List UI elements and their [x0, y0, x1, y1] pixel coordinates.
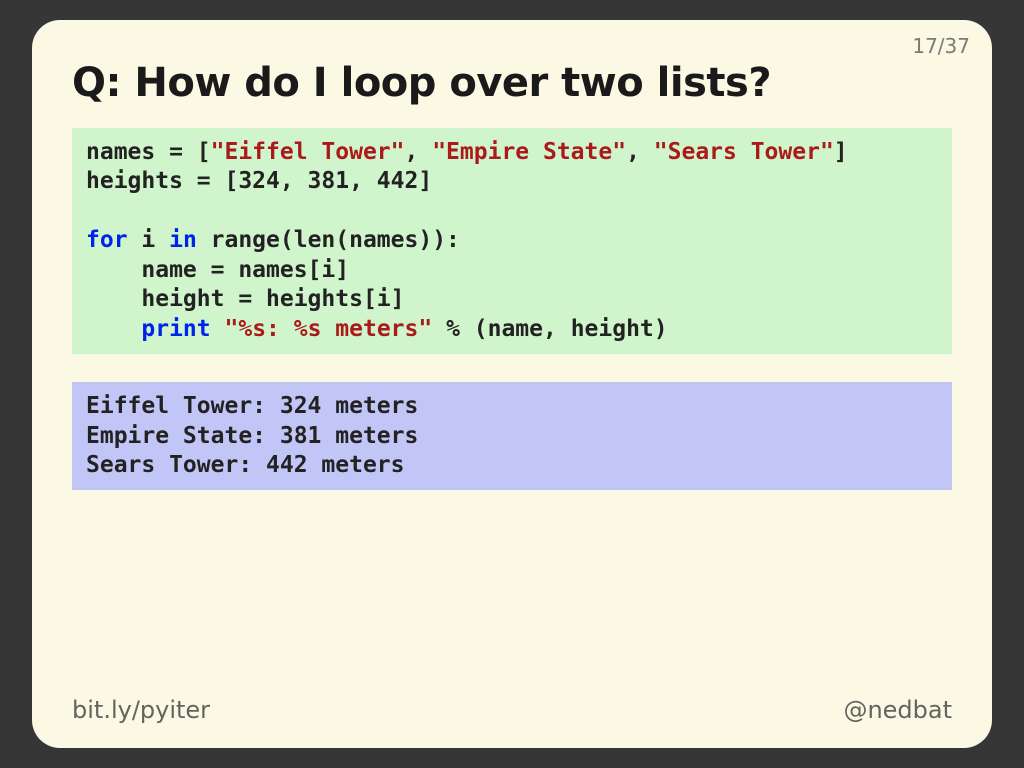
code-line-3-kw1: for — [86, 227, 128, 253]
code-line-6-kw: print — [141, 316, 210, 342]
code-line-1c: , — [626, 139, 654, 165]
code-line-1-s2: "Empire State" — [432, 139, 626, 165]
footer-handle: @nedbat — [843, 696, 952, 724]
code-line-1a: names = [ — [86, 139, 211, 165]
slide-card: 17/37 Q: How do I loop over two lists? n… — [32, 20, 992, 748]
page-total: 37 — [945, 34, 970, 58]
page-sep: / — [938, 34, 945, 58]
code-line-3-kw2: in — [169, 227, 197, 253]
code-line-3a: i — [128, 227, 170, 253]
code-line-3b: range(len(names)): — [197, 227, 460, 253]
code-block: names = ["Eiffel Tower", "Empire State",… — [72, 128, 952, 354]
code-line-1-s1: "Eiffel Tower" — [211, 139, 405, 165]
code-line-6a — [86, 316, 141, 342]
code-line-4: name = names[i] — [86, 257, 349, 283]
code-line-1d: ] — [834, 139, 848, 165]
code-line-5: height = heights[i] — [86, 286, 405, 312]
footer-link: bit.ly/pyiter — [72, 696, 210, 724]
code-line-6c: % (name, height) — [432, 316, 667, 342]
code-line-2: heights = [324, 381, 442] — [86, 168, 432, 194]
code-line-6-s: "%s: %s meters" — [225, 316, 433, 342]
page-current: 17 — [912, 34, 937, 58]
output-block: Eiffel Tower: 324 meters Empire State: 3… — [72, 382, 952, 490]
page-counter: 17/37 — [912, 34, 970, 58]
code-line-1b: , — [405, 139, 433, 165]
slide-title: Q: How do I loop over two lists? — [72, 60, 952, 106]
code-line-6b — [211, 316, 225, 342]
footer: bit.ly/pyiter @nedbat — [72, 696, 952, 724]
code-line-1-s3: "Sears Tower" — [654, 139, 834, 165]
